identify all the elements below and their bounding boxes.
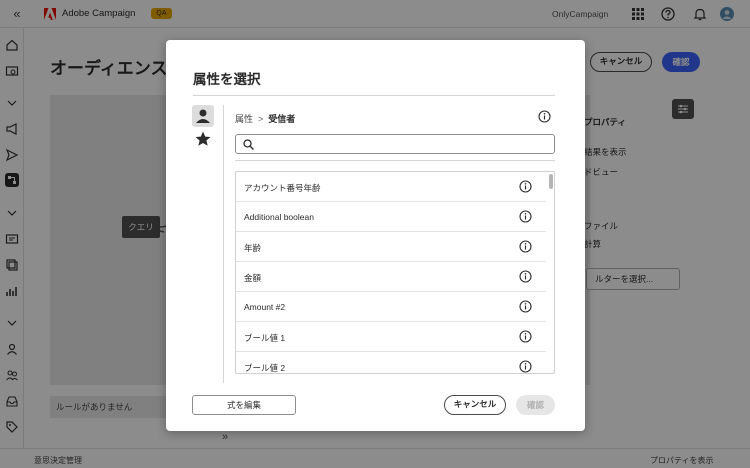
attribute-label: 年齢	[244, 243, 262, 253]
info-icon[interactable]	[519, 180, 532, 193]
attribute-label: Additional boolean	[244, 212, 314, 222]
attribute-label: ブール値 1	[244, 333, 286, 343]
edit-expression-button[interactable]: 式を編集	[192, 395, 296, 415]
info-icon[interactable]	[519, 240, 532, 253]
info-icon[interactable]	[519, 330, 532, 343]
info-icon[interactable]	[519, 300, 532, 313]
attribute-row[interactable]: アカウント番号年齢	[236, 172, 546, 202]
attribute-row[interactable]: Additional boolean	[236, 202, 546, 232]
attribute-search-box[interactable]	[235, 134, 555, 154]
title-divider	[193, 95, 555, 96]
attribute-side-tabs: »	[192, 105, 228, 443]
app-root: « Adobe Campaign QA OnlyCampaign オーディエンス…	[0, 0, 750, 468]
star-icon[interactable]	[194, 130, 212, 148]
info-icon[interactable]	[519, 270, 532, 283]
scrollbar-track[interactable]	[546, 172, 554, 373]
attribute-list[interactable]: ブール値 2 ブール値 1 Amount #2 金額 年齢 Additional bool…	[235, 171, 555, 374]
info-icon[interactable]	[538, 110, 551, 123]
breadcrumb-current: 受信者	[268, 114, 296, 124]
scrollbar-thumb[interactable]	[549, 174, 553, 189]
user-icon	[196, 109, 210, 123]
attribute-row[interactable]: ブール値 2	[236, 352, 546, 373]
breadcrumb-root[interactable]: 属性	[235, 114, 253, 124]
info-icon[interactable]	[519, 360, 532, 373]
dialog-cancel-button[interactable]: キャンセル	[444, 395, 506, 415]
expand-panel-icon[interactable]: »	[222, 431, 228, 443]
breadcrumb-separator: >	[258, 114, 264, 124]
dialog-confirm-button[interactable]: 確認	[516, 395, 555, 415]
search-input[interactable]	[258, 137, 548, 151]
search-icon	[243, 139, 254, 150]
attribute-label: 金額	[244, 273, 262, 283]
attribute-label: Amount #2	[244, 302, 286, 312]
attribute-label: アカウント番号年齢	[244, 183, 321, 193]
list-divider	[235, 160, 555, 161]
attribute-row[interactable]: 金額	[236, 262, 546, 292]
info-icon[interactable]	[519, 210, 532, 223]
attribute-row[interactable]: 年齢	[236, 232, 546, 262]
attribute-row[interactable]: ブール値 1	[236, 322, 546, 352]
attribute-row[interactable]: Amount #2	[236, 292, 546, 322]
tab-attributes[interactable]	[192, 105, 214, 127]
attribute-label: ブール値 2	[244, 363, 286, 373]
select-attribute-dialog: 属性を選択 » 属性 > 受信者 ブール値 2 ブール値 1 Amount #2 金額 年齢…	[166, 40, 585, 443]
breadcrumb: 属性 > 受信者	[235, 112, 295, 125]
dialog-title: 属性を選択	[193, 72, 261, 87]
